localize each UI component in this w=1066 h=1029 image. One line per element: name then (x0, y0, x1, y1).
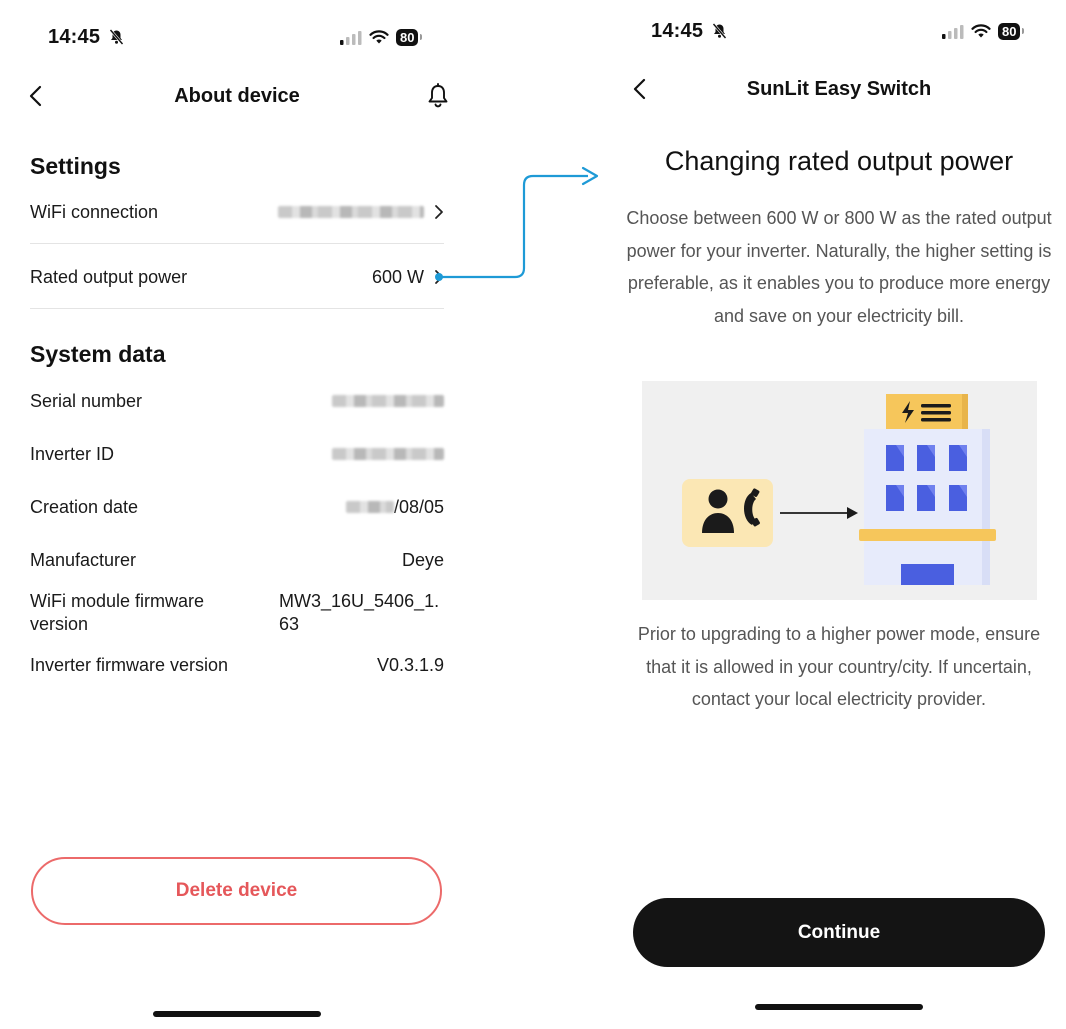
manufacturer-value: Deye (401, 549, 444, 570)
wifi-connection-row[interactable]: WiFi connection (30, 200, 444, 224)
wifi-icon (369, 30, 389, 44)
sunlit-easy-switch-screen: 14:45 80 SunLit Easy Switch Changing rat… (612, 0, 1066, 1029)
inverter-firmware-label: Inverter firmware version (30, 654, 229, 675)
manufacturer-row: Manufacturer Deye (30, 548, 444, 572)
wifi-firmware-value: MW3_16U_5406_1.63 (279, 591, 440, 634)
creation-date-row: Creation date /08/05 (30, 495, 444, 519)
system-data-section-title: System data (30, 341, 166, 367)
chevron-right-icon (435, 205, 443, 219)
status-icons: 80 (340, 29, 424, 46)
contact-provider-illustration (682, 394, 996, 585)
page-title: SunLit Easy Switch (746, 78, 932, 100)
divider (30, 243, 444, 244)
wifi-connection-label: WiFi connection (30, 201, 159, 222)
bell-icon[interactable] (427, 83, 449, 109)
serial-number-row: Serial number (30, 389, 444, 413)
heading: Changing rated output power (664, 146, 1014, 176)
creation-date-value: /08/05 (345, 496, 444, 518)
divider (30, 308, 444, 309)
person-icon (708, 489, 728, 509)
bell-slash-icon (109, 29, 124, 45)
notice-paragraph: Prior to upgrading to a higher power mod… (637, 624, 1041, 709)
battery-indicator: 80 (998, 23, 1026, 40)
status-bar: 14:45 80 (612, 20, 1066, 50)
wifi-firmware-label: WiFi module firmware version (30, 591, 205, 634)
settings-section-title: Settings (30, 153, 121, 179)
rated-output-power-text: 600 W (371, 266, 424, 287)
rated-output-power-label: Rated output power (30, 266, 188, 287)
status-time: 14:45 (651, 20, 727, 43)
home-indicator (153, 1011, 321, 1017)
creation-date-text: /08/05 (393, 496, 444, 517)
rated-output-power-row[interactable]: Rated output power 600 W (30, 265, 444, 289)
cellular-signal-icon (340, 30, 362, 45)
about-device-screen: 14:45 80 About device Settings WiFi conn… (0, 0, 470, 1029)
illustration (642, 381, 1037, 600)
inverter-id-label: Inverter ID (30, 443, 115, 464)
battery-indicator: 80 (396, 29, 424, 46)
wifi-connection-value (278, 204, 444, 220)
status-time-text: 14:45 (651, 20, 704, 42)
chevron-right-icon (435, 270, 443, 284)
continue-button[interactable]: Continue (633, 898, 1045, 967)
status-bar: 14:45 80 (0, 26, 470, 56)
inverter-id-row: Inverter ID (30, 442, 444, 466)
redacted-wifi-name (278, 206, 424, 218)
inverter-firmware-row: Inverter firmware version V0.3.1.9 (30, 653, 444, 677)
creation-date-label: Creation date (30, 496, 139, 517)
manufacturer-label: Manufacturer (30, 549, 137, 570)
connector-arrowhead (581, 166, 599, 186)
inverter-firmware-value: V0.3.1.9 (376, 654, 444, 675)
redacted-inverter-id (332, 448, 444, 460)
redacted-serial-number (332, 395, 444, 407)
status-icons: 80 (942, 23, 1026, 40)
delete-device-button[interactable]: Delete device (31, 857, 442, 925)
wifi-icon (971, 24, 991, 38)
cellular-signal-icon (942, 24, 964, 39)
serial-number-label: Serial number (30, 390, 143, 411)
rated-output-power-value: 600 W (372, 267, 444, 288)
home-indicator (755, 1004, 923, 1010)
contact-card-icon (682, 479, 773, 547)
status-time-text: 14:45 (48, 26, 101, 48)
page-title: About device (174, 85, 300, 107)
status-time: 14:45 (48, 26, 124, 49)
redacted-year (345, 501, 394, 513)
intro-paragraph: Choose between 600 W or 800 W as the rat… (626, 208, 1052, 326)
bell-slash-icon (712, 23, 727, 39)
